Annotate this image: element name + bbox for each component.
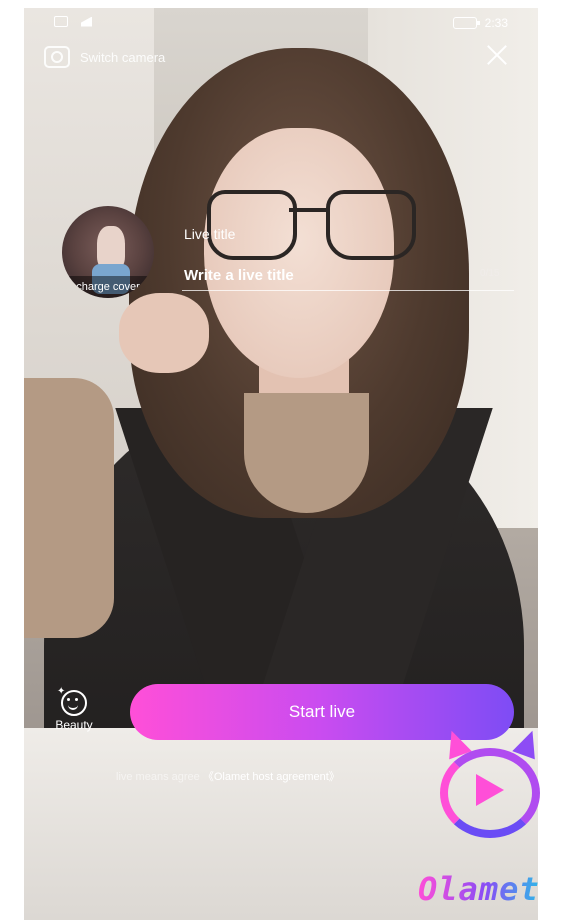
cover-label: charge cover bbox=[62, 276, 154, 298]
olamet-watermark: Olamet bbox=[418, 870, 540, 908]
signal-icon bbox=[74, 16, 92, 27]
switch-camera-icon bbox=[44, 46, 70, 68]
battery-icon bbox=[452, 17, 480, 29]
agreement-text: live means agree 《Olamet host agreement》 bbox=[116, 768, 340, 784]
olamet-logo bbox=[440, 726, 544, 840]
title-char-counter: 0/15 bbox=[480, 268, 500, 279]
clock: 2:33 bbox=[484, 16, 508, 30]
cover-image-button[interactable]: charge cover bbox=[62, 206, 154, 298]
beauty-button[interactable]: ✦ Beauty bbox=[46, 686, 102, 732]
agreement-prefix: live means agree bbox=[116, 771, 200, 783]
switch-camera-label: Switch camera bbox=[80, 49, 166, 65]
play-icon bbox=[476, 774, 504, 806]
host-agreement-link[interactable]: 《Olamet host agreement》 bbox=[203, 771, 340, 783]
status-bar: 2:33 bbox=[24, 8, 538, 36]
live-title-input[interactable] bbox=[182, 260, 514, 291]
beauty-label: Beauty bbox=[55, 718, 93, 732]
close-icon[interactable] bbox=[486, 44, 508, 66]
beauty-icon: ✦ bbox=[57, 686, 87, 716]
switch-camera-button[interactable]: Switch camera bbox=[44, 46, 165, 68]
message-icon bbox=[54, 16, 68, 27]
glasses bbox=[207, 190, 297, 260]
live-title-label: Live title bbox=[184, 226, 236, 242]
